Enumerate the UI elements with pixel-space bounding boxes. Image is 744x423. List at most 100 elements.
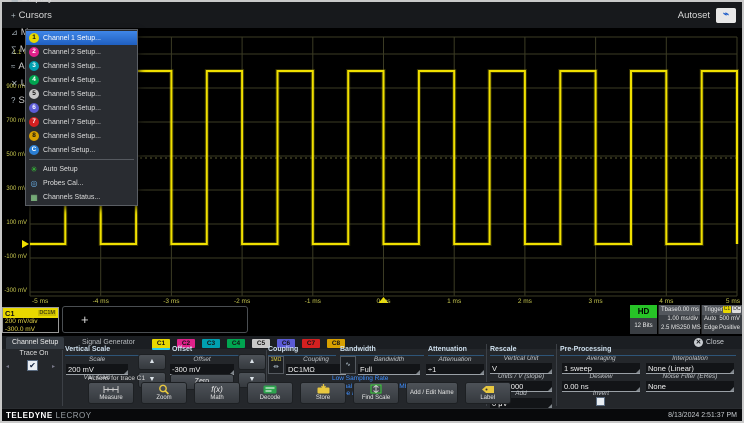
button-label: Add / Edit Name: [410, 390, 454, 397]
math-icon: f(x): [211, 384, 223, 394]
decode-button[interactable]: Decode: [247, 382, 293, 404]
noise-filter-field[interactable]: Noise Filter (ERes) None: [646, 373, 734, 392]
menu-cursors[interactable]: +Cursors: [5, 7, 69, 24]
trace-on-label: Trace On: [8, 350, 60, 357]
menu-item-channel-5-setup[interactable]: 5Channel 5 Setup...: [26, 87, 137, 101]
button-label: Measure: [99, 395, 122, 402]
autoset-button[interactable]: Autoset: [672, 10, 716, 21]
zoom-icon: [158, 384, 170, 394]
attenuation-header: Attenuation: [428, 346, 484, 356]
hd-bits: 12 Bits: [630, 318, 657, 334]
trigger-mode: Auto: [704, 315, 716, 324]
channel-7-icon: 7: [29, 117, 39, 127]
utilities-icon: ✕: [11, 79, 18, 88]
add-edit-name-button[interactable]: Add / Edit Name: [406, 382, 458, 404]
menu-item-channel-4-setup[interactable]: 4Channel 4 Setup...: [26, 73, 137, 87]
menu-item-label: Channel 4 Setup...: [43, 77, 101, 84]
offset-field[interactable]: Offset -300 mV: [170, 356, 234, 375]
trigger-level: 500 mV: [719, 315, 740, 324]
channels-status-icon: ▦: [29, 193, 39, 202]
interpolation-field[interactable]: Interpolation None (Linear): [646, 355, 734, 374]
c1-trace-descriptor[interactable]: C1 DC1M 200 mV/div -300.0 mV: [2, 307, 59, 333]
menu-item-label: Channel 6 Setup...: [43, 105, 101, 112]
store-button[interactable]: Store: [300, 382, 346, 404]
menu-item-channel-setup[interactable]: CChannel Setup...: [26, 143, 137, 157]
math-button[interactable]: f(x)Math: [194, 382, 240, 404]
y-axis-label: 100 mV: [0, 220, 27, 226]
hd-mode-descriptor[interactable]: HD 12 Bits: [630, 305, 657, 334]
menu-item-label: Auto Setup: [43, 166, 78, 173]
nav-right-icon[interactable]: ▸: [52, 363, 55, 370]
menu-item-label: Channels Status...: [43, 194, 100, 201]
x-axis-label: -1 ms: [293, 298, 333, 305]
offset-up-button[interactable]: ▲: [238, 354, 266, 370]
x-axis-label: 0 ms: [364, 298, 404, 305]
analysis-icon: ≈: [11, 62, 15, 71]
menu-item-channels-status[interactable]: ▦ Channels Status...: [26, 190, 137, 204]
button-label: Label: [480, 395, 495, 402]
vertical-unit-field[interactable]: Vertical Unit V: [490, 355, 552, 374]
c1-offset-marker: [22, 240, 29, 248]
menu-item-channel-6-setup[interactable]: 6Channel 6 Setup...: [26, 101, 137, 115]
x-axis-label: 5 ms: [700, 298, 740, 305]
menu-item-label: Channel 3 Setup...: [43, 63, 101, 70]
tab-channel-setup[interactable]: Channel Setup: [6, 337, 64, 349]
menu-item-label: Channel Setup...: [43, 147, 95, 154]
menu-item-label: Channel 7 Setup...: [43, 119, 101, 126]
scale-up-button[interactable]: ▲: [138, 354, 166, 370]
nav-left-icon[interactable]: ◂: [6, 363, 9, 370]
menu-label: Display: [22, 0, 53, 4]
invert-checkbox[interactable]: [596, 397, 605, 406]
coupling-field[interactable]: Coupling DC1MΩ: [286, 356, 346, 375]
label-button[interactable]: Label: [465, 382, 511, 404]
c1-label: C1: [5, 309, 15, 318]
add-trace-icon[interactable]: +: [81, 312, 89, 327]
channel-2-icon: 2: [29, 47, 39, 57]
menu-label: Cursors: [19, 10, 52, 21]
timebase-delay: 0.00 ms: [678, 305, 699, 315]
button-label: Zoom: [156, 395, 171, 402]
menu-item-probes-cal[interactable]: ◎Probes Cal...: [26, 176, 137, 190]
coupling-header: Coupling: [268, 346, 336, 356]
lecroy-logo-icon: ⌁: [716, 8, 736, 23]
menu-item-channel-3-setup[interactable]: 3Channel 3 Setup...: [26, 59, 137, 73]
bandwidth-header: Bandwidth: [340, 346, 424, 356]
bandwidth-field[interactable]: Bandwidth Full: [358, 356, 420, 375]
menu-item-channel-2-setup[interactable]: 2 Channel 2 Setup...: [26, 45, 137, 59]
timebase-samples: 2.5 MS: [661, 324, 680, 333]
timebase-scale: 1.00 ms/div: [667, 315, 698, 324]
measure-button[interactable]: Measure: [88, 382, 134, 404]
decode-icon: [263, 384, 277, 394]
find-scale-icon: [370, 384, 382, 394]
attenuation-field[interactable]: Attenuation ÷1: [426, 356, 484, 375]
coupling-impedance-icon: 1MΩ ⏛: [268, 356, 284, 374]
averaging-field[interactable]: Averaging 1 sweep: [562, 355, 640, 374]
scale-field[interactable]: Scale 200 mV: [66, 356, 128, 375]
c1-scale: 200 mV/div: [3, 318, 58, 326]
menu-item-channel-1-setup[interactable]: 1Channel 1 Setup...: [26, 31, 137, 45]
channel-5-icon: 5: [29, 89, 39, 99]
zoom-button[interactable]: Zoom: [141, 382, 187, 404]
menu-item-label: Channel 2 Setup...: [43, 49, 101, 56]
x-axis-label: -2 ms: [222, 298, 262, 305]
menu-item-channel-8-setup[interactable]: 8Channel 8 Setup...: [26, 129, 137, 143]
label-icon: [481, 384, 495, 394]
x-axis-label: -4 ms: [81, 298, 121, 305]
trigger-descriptor[interactable]: Trigger C1 DC Auto 500 mV Edge Positive: [701, 305, 742, 334]
arrow-up-icon: ▲: [249, 358, 256, 365]
divider: [556, 344, 557, 406]
trace-on-checkbox[interactable]: ✔: [27, 360, 38, 371]
find-scale-button[interactable]: Find Scale: [353, 382, 399, 404]
menu-item-auto-setup[interactable]: ✳Auto Setup: [26, 162, 137, 176]
timebase-descriptor[interactable]: Tbase 0.00 ms 1.00 ms/div 2.5 MS 250 MS/…: [658, 305, 700, 334]
add-trace-slot[interactable]: +: [62, 306, 248, 333]
trigger-slope: Positive: [719, 324, 740, 333]
measure-icon: ⊿: [11, 28, 18, 37]
status-bar: TELEDYNE LECROY 8/13/2024 2:51:37 PM: [2, 408, 742, 421]
y-axis-label: -100 mV: [0, 254, 27, 260]
datetime: 8/13/2024 2:51:37 PM: [668, 412, 737, 419]
button-label: Math: [210, 395, 223, 402]
x-axis-label: 4 ms: [646, 298, 686, 305]
menu-item-channel-7-setup[interactable]: 7 Channel 7 Setup...: [26, 115, 137, 129]
display-icon: ▦: [11, 0, 19, 3]
